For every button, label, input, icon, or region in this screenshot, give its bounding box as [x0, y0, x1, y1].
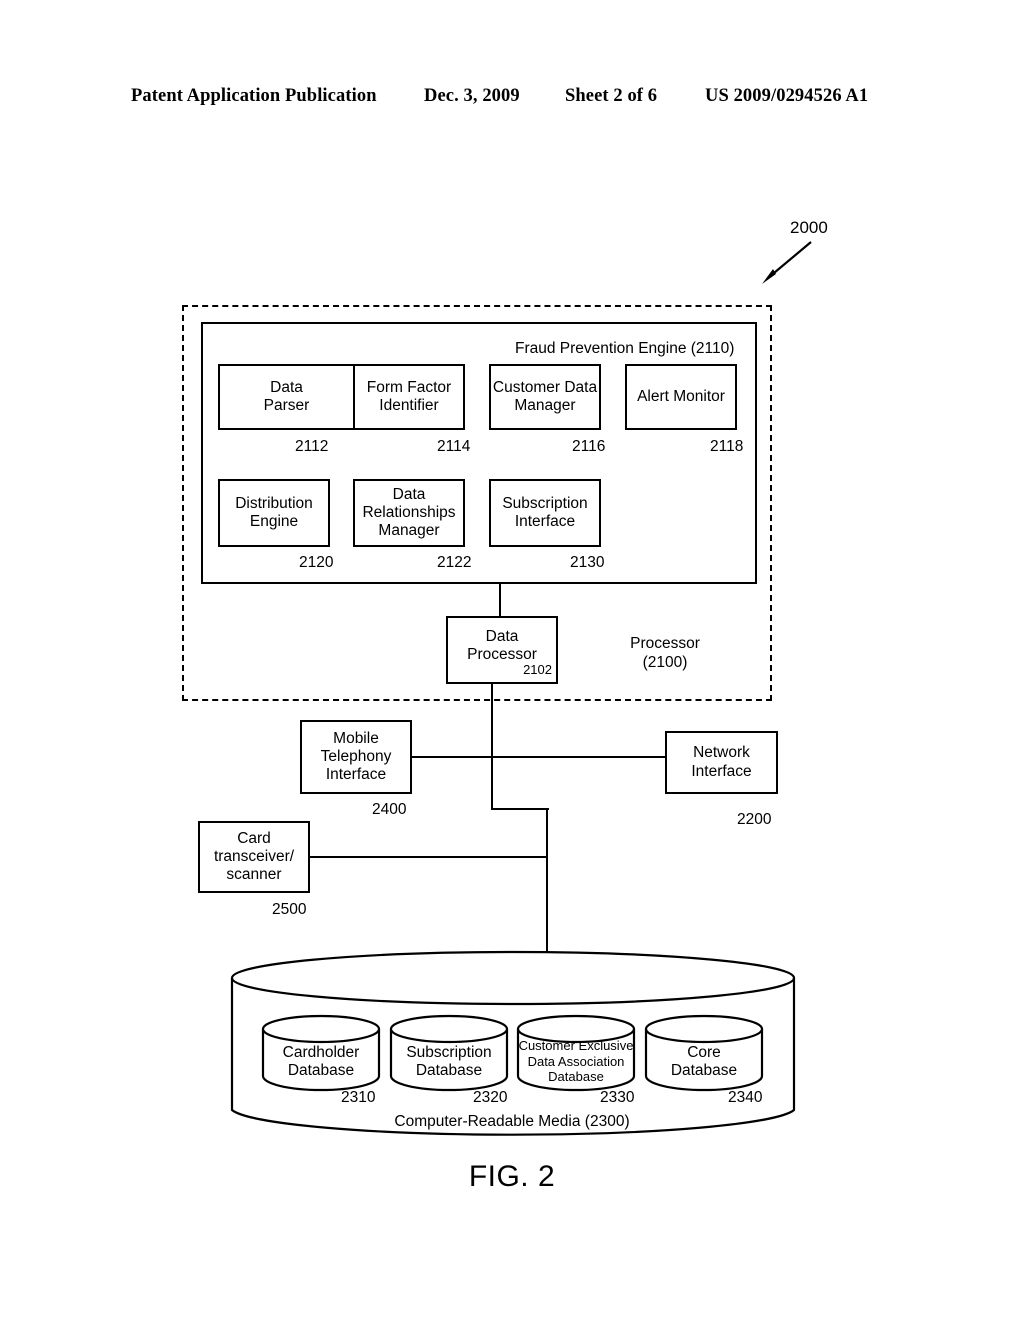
mobile-telephony-interface-line1: Mobile [333, 729, 379, 747]
cardholder-database-cylinder[interactable]: Cardholder Database [261, 1014, 381, 1094]
module-distribution-engine[interactable]: Distribution Engine [218, 479, 330, 547]
module-customer-data-manager[interactable]: Customer Data Manager [489, 364, 601, 430]
module-alert-monitor-line1: Alert Monitor [637, 387, 725, 405]
module-data-relationships-manager-line1: Data [392, 485, 426, 503]
computer-readable-media-title: Computer-Readable Media (2300) [394, 1113, 630, 1130]
card-transceiver-scanner-line1: Card [237, 829, 271, 847]
module-form-factor-identifier-line1: Form Factor [366, 378, 452, 396]
ref-2120: 2120 [299, 554, 334, 571]
ref-2118: 2118 [710, 438, 744, 455]
module-data-relationships-manager-line3: Manager [378, 522, 440, 540]
module-subscription-interface-line1: Subscription [502, 494, 588, 512]
publication-date: Dec. 3, 2009 [424, 86, 520, 106]
module-form-factor-identifier-line2: Identifier [379, 397, 439, 414]
ref-2340: 2340 [728, 1089, 763, 1106]
module-customer-data-manager-line1: Customer Data [492, 378, 598, 396]
core-database-line1: Core [687, 1044, 721, 1061]
network-interface-line1: Network [693, 744, 750, 762]
ref-2200: 2200 [737, 811, 772, 828]
system-reference-arrow-icon [762, 241, 812, 284]
mobile-telephony-interface-box[interactable]: Mobile Telephony Interface [300, 720, 412, 794]
processor-title: Processor (2100) [600, 635, 730, 672]
module-subscription-interface[interactable]: Subscription Interface [489, 479, 601, 547]
customer-exclusive-data-association-database-cylinder[interactable]: Customer Exclusive Data Association Data… [516, 1014, 636, 1094]
ref-2122: 2122 [437, 554, 472, 571]
bus-card-transceiver [309, 856, 548, 859]
module-data-parser[interactable]: Data Parser [218, 364, 355, 430]
subscription-database-line1: Subscription [406, 1044, 492, 1061]
module-distribution-engine-line2: Engine [249, 513, 299, 530]
ref-2500: 2500 [272, 901, 307, 918]
module-data-relationships-manager[interactable]: Data Relationships Manager [353, 479, 465, 547]
ref-2320: 2320 [473, 1089, 508, 1106]
sheet-number: Sheet 2 of 6 [565, 86, 658, 106]
mobile-telephony-interface-line3: Interface [325, 766, 387, 784]
figure-caption: FIG. 2 [468, 1160, 556, 1193]
module-customer-data-manager-line2: Manager [514, 397, 576, 414]
publication-title: Patent Application Publication [131, 86, 377, 106]
ref-2310: 2310 [341, 1089, 376, 1106]
ref-2114: 2114 [437, 438, 471, 455]
card-transceiver-scanner-line2: transceiver/ [213, 847, 295, 865]
processor-title-line1: Processor [630, 635, 700, 652]
network-interface-box[interactable]: Network Interface [665, 731, 778, 794]
data-processor-line1: Data [485, 628, 519, 645]
card-transceiver-scanner-box[interactable]: Card transceiver/ scanner [198, 821, 310, 893]
bus-interface-row [411, 756, 667, 759]
customer-exclusive-db-line1: Customer Exclusive [518, 1038, 634, 1053]
module-data-parser-line2: Parser [263, 397, 310, 414]
ref-2330: 2330 [600, 1089, 635, 1106]
subscription-database-cylinder[interactable]: Subscription Database [389, 1014, 509, 1094]
subscription-database-line2: Database [415, 1061, 483, 1079]
data-processor-box[interactable]: Data Processor 2102 [446, 616, 558, 684]
connector-engine-to-data-processor [499, 584, 502, 616]
ref-2130: 2130 [570, 554, 605, 571]
trunk-bus-jog [491, 808, 549, 811]
module-subscription-interface-line2: Interface [514, 513, 576, 530]
patent-number: US 2009/0294526 A1 [705, 86, 869, 106]
customer-exclusive-db-line3: Database [548, 1069, 604, 1085]
system-reference-number: 2000 [790, 218, 828, 237]
module-alert-monitor[interactable]: Alert Monitor [625, 364, 737, 430]
customer-exclusive-db-line2: Data Association [527, 1053, 625, 1069]
cardholder-database-line1: Cardholder [282, 1044, 360, 1061]
core-database-cylinder[interactable]: Core Database [644, 1014, 764, 1094]
core-database-line2: Database [670, 1061, 738, 1079]
module-form-factor-identifier[interactable]: Form Factor Identifier [353, 364, 465, 430]
mobile-telephony-interface-line2: Telephony [320, 747, 392, 765]
card-transceiver-scanner-line3: scanner [226, 866, 282, 884]
ref-2400: 2400 [372, 801, 407, 818]
trunk-bus-upper [491, 684, 494, 810]
network-interface-line2: Interface [691, 762, 752, 780]
processor-title-line2: (2100) [642, 653, 688, 671]
ref-2116: 2116 [572, 438, 606, 455]
module-data-parser-line1: Data [270, 378, 303, 396]
cardholder-database-line2: Database [287, 1061, 355, 1079]
module-data-relationships-manager-line2: Relationships [362, 503, 456, 521]
ref-2112: 2112 [295, 438, 329, 455]
module-distribution-engine-line1: Distribution [235, 494, 313, 512]
fraud-prevention-engine-title: Fraud Prevention Engine (2110) [515, 340, 735, 357]
